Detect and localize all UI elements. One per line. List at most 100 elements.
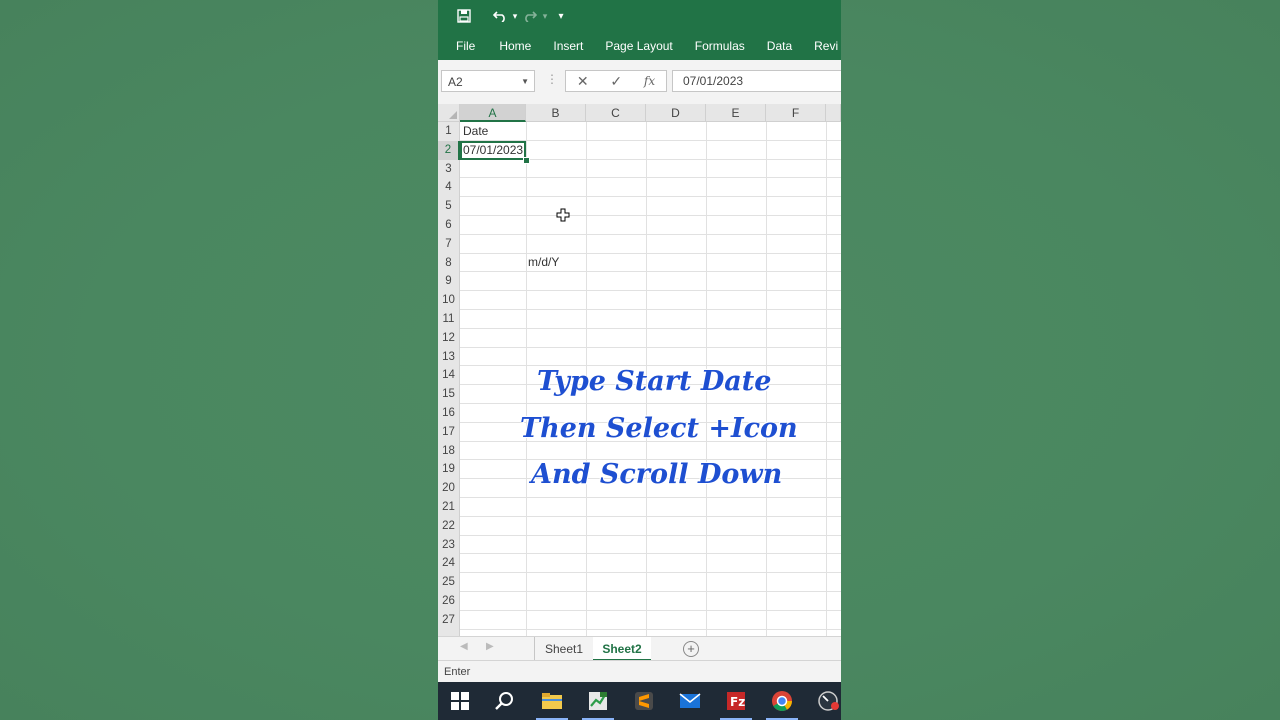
cell-b8[interactable]: m/d/Y [528,253,559,271]
mail-icon[interactable] [668,682,712,720]
formula-input[interactable]: 07/01/2023 [672,70,841,92]
row-header-16[interactable]: 16 [438,404,460,423]
sheet-tab-sheet2[interactable]: Sheet2 [593,637,651,661]
save-button[interactable] [438,0,490,32]
column-header-b[interactable]: B [526,104,586,122]
row-header-20[interactable]: 20 [438,479,460,498]
row-header-13[interactable]: 13 [438,347,460,367]
gridline-horizontal [460,591,841,592]
column-header-c[interactable]: C [586,104,646,122]
redo-button[interactable] [520,0,540,32]
windows-taskbar: Fz [438,682,841,720]
select-all-button[interactable] [438,104,460,122]
name-box-value: A2 [448,75,463,89]
customize-qat-button[interactable]: ▾ [550,0,572,32]
row-header-10[interactable]: 10 [438,291,460,310]
tab-insert[interactable]: Insert [542,32,594,60]
overlay-caption-line3: And Scroll Down [531,459,783,490]
undo-dropdown[interactable]: ▾ [510,0,520,32]
tab-formulas[interactable]: Formulas [684,32,756,60]
row-header-17[interactable]: 17 [438,422,460,442]
formula-bar-splitter[interactable]: ⋮ [546,72,558,86]
row-header-15[interactable]: 15 [438,385,460,404]
row-header-3[interactable]: 3 [438,159,460,179]
row-header-4[interactable]: 4 [438,178,460,198]
row-header-24[interactable]: 24 [438,554,460,574]
row-header-5[interactable]: 5 [438,197,460,216]
row-header-25[interactable]: 25 [438,573,460,592]
gridline-horizontal [460,327,841,329]
file-explorer-icon[interactable] [530,682,574,720]
row-header-1[interactable]: 1 [438,122,460,141]
ribbon-tabs: File Home Insert Page Layout Formulas Da… [438,32,841,60]
gridline-horizontal [460,177,841,179]
column-header-f[interactable]: F [766,104,826,122]
row-header-9[interactable]: 9 [438,272,460,292]
redo-dropdown[interactable]: ▾ [540,0,550,32]
gridline-horizontal [460,271,841,273]
chrome-icon[interactable] [760,682,804,720]
column-header-e[interactable]: E [706,104,766,122]
row-header-14[interactable]: 14 [438,366,460,386]
column-header-a[interactable]: A [460,104,526,122]
tab-file[interactable]: File [438,32,488,60]
name-box[interactable]: A2 ▼ [441,70,535,92]
next-sheet-icon[interactable]: ▶ [486,641,494,652]
resource-monitor-icon[interactable] [806,682,841,720]
windows-start-icon[interactable] [438,682,482,720]
row-header-11[interactable]: 11 [438,310,460,329]
row-header-22[interactable]: 22 [438,516,460,536]
insert-function-icon[interactable]: fx [644,74,655,88]
cell-a1[interactable]: Date [463,122,488,140]
prev-sheet-icon[interactable]: ◀ [460,641,468,652]
svg-text:Fz: Fz [730,695,745,709]
gridline-horizontal [460,553,841,555]
tab-data[interactable]: Data [756,32,803,60]
cell-select-cursor-icon [556,208,570,222]
filezilla-icon[interactable]: Fz [714,682,758,720]
gridline-horizontal [460,346,841,348]
gridline-horizontal [460,497,841,498]
gridline-horizontal [460,233,841,235]
formula-buttons: ✕ ✓ fx [565,70,667,92]
cancel-icon[interactable]: ✕ [577,73,589,90]
overlay-caption-line2: Then Select +Icon [520,413,798,444]
spreadsheet-grid[interactable]: A B C D E F 1 2 3 4 5 6 7 8 9 10 11 12 13 14 15 16 17 18 1… [438,104,841,649]
column-header-d[interactable]: D [646,104,706,122]
excel-window: ▾ ▾ ▾ File Home Insert Page Layout Formu… [438,0,841,720]
tab-home[interactable]: Home [488,32,542,60]
row-header-23[interactable]: 23 [438,535,460,555]
add-sheet-icon[interactable]: + [683,641,699,657]
sublime-text-icon[interactable] [622,682,666,720]
row-header-2[interactable]: 2 [438,140,460,160]
sheet-tab-sheet1[interactable]: Sheet1 [534,637,594,661]
project-app-icon[interactable] [576,682,620,720]
row-header-6[interactable]: 6 [438,216,460,235]
sheet-tab-bar: ◀ ▶ Sheet1 Sheet2 + [438,636,841,661]
row-header-7[interactable]: 7 [438,234,460,254]
row-header-8[interactable]: 8 [438,253,460,273]
enter-check-icon[interactable]: ✓ [610,73,622,90]
row-header-27[interactable]: 27 [438,610,460,630]
row-header-26[interactable]: 26 [438,592,460,611]
row-header-18[interactable]: 18 [438,441,460,461]
status-bar: Enter [438,660,841,682]
gridline-horizontal [460,309,841,310]
column-header-g[interactable] [826,104,841,122]
row-header-19[interactable]: 19 [438,460,460,480]
row-header-21[interactable]: 21 [438,498,460,517]
tab-page-layout[interactable]: Page Layout [594,32,683,60]
gridline-horizontal [460,252,841,254]
tab-review[interactable]: Revi [803,32,841,60]
search-icon[interactable] [482,682,526,720]
fill-handle[interactable] [523,157,530,164]
overlay-caption-line1: Type Start Date [537,366,772,397]
quick-access-toolbar: ▾ ▾ ▾ [438,0,841,32]
gridline-horizontal [460,515,841,517]
undo-button[interactable] [490,0,510,32]
gridline-horizontal [460,403,841,404]
row-header-12[interactable]: 12 [438,328,460,348]
chevron-down-icon[interactable]: ▼ [521,71,529,93]
gridline-horizontal [460,628,841,630]
gridline-horizontal [460,215,841,216]
